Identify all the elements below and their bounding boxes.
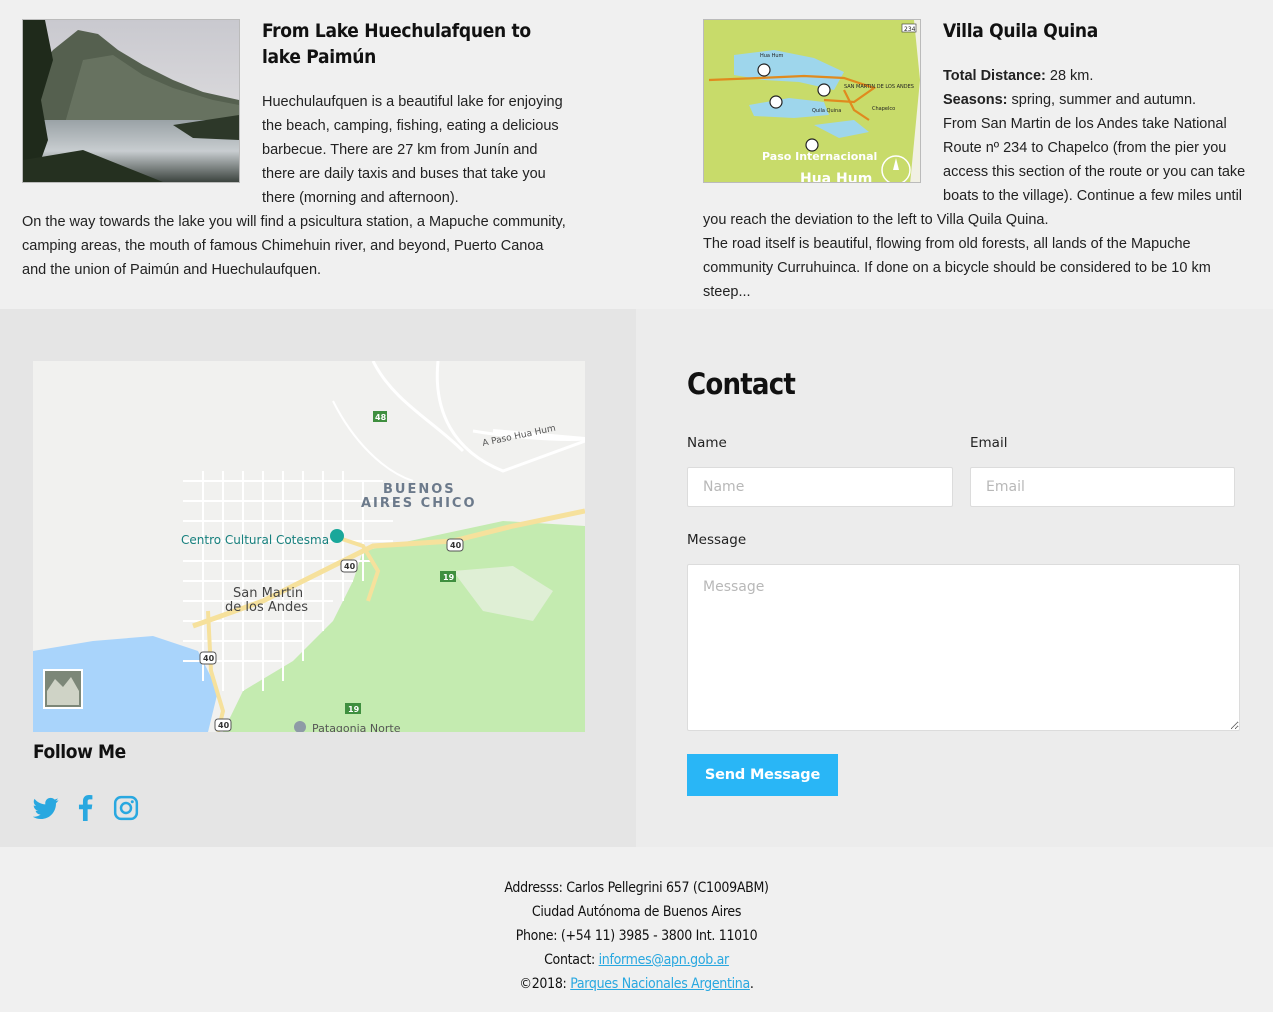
footer: Addresss: Carlos Pellegrini 657 (C1009AB…	[0, 847, 1273, 1012]
footer-copyright: ©2018: Parques Nacionales Argentina.	[0, 972, 1273, 996]
map-route-234: 234	[904, 26, 916, 33]
message-label: Message	[687, 532, 747, 548]
distance-label: Total Distance:	[943, 68, 1046, 84]
route-badge: 40	[450, 541, 462, 550]
lake-photo	[22, 19, 240, 183]
route-badge: 19	[443, 573, 455, 582]
contact-title: Contact	[687, 367, 796, 401]
distance-value: 28 km.	[1045, 68, 1094, 84]
message-textarea[interactable]	[687, 564, 1240, 731]
map-label-poi: Patagonia Norte	[312, 722, 401, 732]
map-label-poi: Centro Cultural Cotesma	[181, 533, 329, 547]
map-label-huahum: Hua Hum	[800, 171, 872, 183]
footer-copyright-suffix: .	[749, 976, 754, 992]
footer-email-link[interactable]: informes@apn.gob.ar	[599, 952, 730, 968]
map-label-city: de los Andes	[225, 600, 308, 615]
footer-phone: Phone: (+54 11) 3985 - 3800 Int. 11010	[515, 928, 758, 944]
map-panel: 48 40 40 19 40 19 40 BUENOS AIRES CHICO	[0, 309, 636, 847]
article-huechulafquen: From Lake Huechulafquen to lake Paimún H…	[22, 18, 567, 282]
facebook-icon[interactable]	[73, 795, 99, 821]
twitter-icon[interactable]	[32, 795, 59, 821]
route-badge: 40	[218, 721, 230, 730]
footer-address: Addresss: Carlos Pellegrini 657 (C1009AB…	[504, 880, 769, 896]
contact-section: 48 40 40 19 40 19 40 BUENOS AIRES CHICO	[0, 309, 1273, 847]
map-label-paso: Paso Internacional	[762, 150, 877, 163]
map-label-area: BUENOS	[383, 482, 456, 497]
embedded-map[interactable]: 48 40 40 19 40 19 40 BUENOS AIRES CHICO	[33, 361, 585, 732]
route-map-image: Paso Internacional Hua Hum SAN MARTIN DE…	[703, 19, 921, 183]
map-label-chapelco: Chapelco	[872, 106, 895, 112]
route-badge: 40	[344, 562, 356, 571]
name-input[interactable]	[687, 467, 953, 507]
seasons-label: Seasons:	[943, 92, 1008, 108]
contact-panel: Contact Name Email Message Send Message	[636, 309, 1273, 847]
footer-city: Ciudad Autónoma de Buenos Aires	[531, 904, 742, 920]
footer-contact-label: Contact:	[544, 952, 599, 968]
footer-contact: Contact: informes@apn.gob.ar	[0, 948, 1273, 972]
send-message-button[interactable]: Send Message	[687, 754, 838, 796]
map-label-area: AIRES CHICO	[361, 496, 477, 511]
route-badge: 19	[348, 705, 360, 714]
email-input[interactable]	[970, 467, 1235, 507]
map-label-huahum-small: Hua Hum	[760, 53, 784, 59]
footer-copyright-prefix: ©2018:	[519, 976, 571, 992]
article-quila-quina: Paso Internacional Hua Hum SAN MARTIN DE…	[703, 18, 1255, 304]
email-label: Email	[970, 435, 1008, 451]
follow-title: Follow Me	[33, 741, 126, 763]
articles-section: From Lake Huechulafquen to lake Paimún H…	[0, 0, 1273, 309]
social-links	[32, 795, 139, 821]
footer-parques-link[interactable]: Parques Nacionales Argentina	[570, 976, 750, 992]
map-label-quilaquina: Quila Quina	[812, 108, 841, 114]
instagram-icon[interactable]	[113, 795, 139, 821]
map-label-sma: SAN MARTIN DE LOS ANDES	[844, 84, 914, 90]
article-paragraph: On the way towards the lake you will fin…	[22, 214, 566, 278]
seasons-value: spring, summer and autumn.	[1007, 92, 1197, 108]
article-paragraph: The road itself is beautiful, flowing fr…	[703, 236, 1211, 300]
route-badge: 40	[203, 654, 215, 663]
name-label: Name	[687, 435, 727, 451]
route-badge: 48	[375, 413, 387, 422]
map-label-city: San Martin	[233, 586, 303, 601]
